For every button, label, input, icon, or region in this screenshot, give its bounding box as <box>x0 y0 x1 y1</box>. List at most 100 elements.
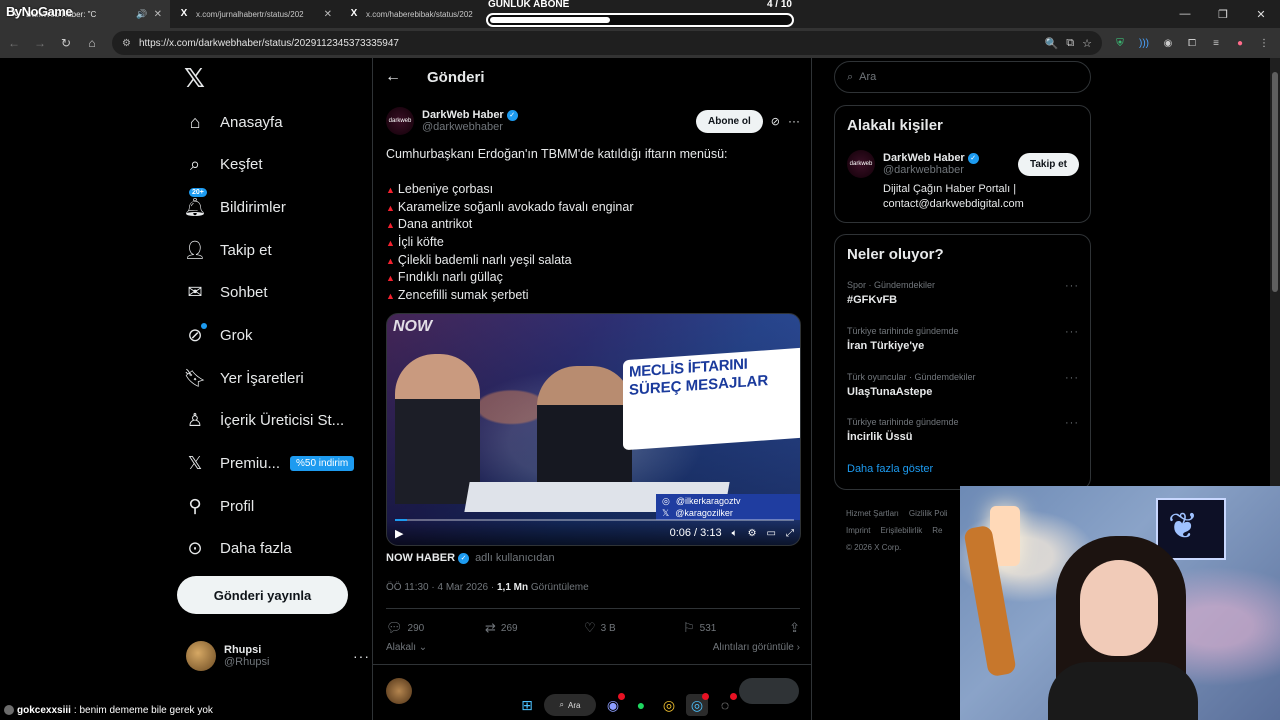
spotify-icon[interactable]: ● <box>630 694 652 716</box>
nav-notifications[interactable]: 🔔︎ 20+ Bildirimler <box>184 187 286 227</box>
trend-item[interactable]: Türkiye tarihinde gündemde İran Türkiye'… <box>847 326 1079 352</box>
close-window-icon[interactable]: ✕ <box>1242 0 1280 28</box>
person-handle[interactable]: @darkwebhaber <box>883 164 979 176</box>
trend-item[interactable]: Türkiye tarihinde gündemde İncirlik Üssü… <box>847 417 1079 443</box>
trend-item[interactable]: Türk oyuncular · Gündemdekiler UlaşTunaA… <box>847 372 1079 398</box>
windows-start-icon[interactable]: ⊞ <box>516 694 538 716</box>
forward-arrow-icon[interactable]: → <box>28 31 52 55</box>
video-player[interactable]: NOW MECLİS İFTARINI SÜREÇ MESAJLAR "BU S… <box>386 313 801 546</box>
trend-item[interactable]: Spor · Gündemdekiler #GFKvFB ··· <box>847 280 1079 306</box>
nav-bookmarks[interactable]: 🔖︎ Yer İşaretleri <box>184 358 304 398</box>
goal-title: GÜNLÜK ABONE <box>488 0 570 10</box>
grok-explain-icon[interactable]: ⊘ <box>771 115 780 128</box>
browser-menu-icon[interactable]: ⋮ <box>1256 35 1272 51</box>
nav-follow[interactable]: 👤︎ Takip et <box>184 230 272 270</box>
author-name: DarkWeb Haber <box>422 109 504 121</box>
show-more-link[interactable]: Daha fazla göster <box>847 463 933 475</box>
settings-gear-icon[interactable]: ⚙ <box>748 528 757 539</box>
more-dots-icon[interactable]: ··· <box>1065 372 1079 384</box>
home-icon[interactable]: ⌂ <box>80 31 104 55</box>
more-dots-icon[interactable]: ··· <box>1065 417 1079 429</box>
post-button[interactable]: Gönderi yayınla <box>177 576 348 614</box>
follow-button[interactable]: Takip et <box>1017 152 1079 176</box>
nav-explore[interactable]: ⌕ Keşfet <box>184 144 263 184</box>
menu-item: ▲ Dana antrikot <box>386 216 800 234</box>
avatar[interactable]: darkweb <box>386 107 414 135</box>
pip-icon[interactable]: ▭ <box>767 528 776 539</box>
more-dots-icon[interactable]: ··· <box>1065 326 1079 338</box>
reply-button[interactable]: 💬︎ 290 <box>386 620 485 636</box>
footer-link[interactable]: Re <box>932 522 942 539</box>
taskbar-search-label: Ara <box>568 700 581 710</box>
copyright: © 2026 X Corp. <box>846 543 902 552</box>
more-dots-icon[interactable]: ··· <box>1065 280 1079 292</box>
person-name-row[interactable]: DarkWeb Haber ✓ <box>883 152 979 164</box>
nav-profile[interactable]: ⚲ Profil <box>184 486 254 526</box>
shield-extension-icon[interactable]: ⛨ <box>1112 35 1128 51</box>
nav-home[interactable]: ⌂ Anasayfa <box>184 102 283 142</box>
video-social-handles: ◎ @ilkerkaragoztv 𝕏 @karagozilker <box>656 494 800 520</box>
repost-button[interactable]: ⇄ 269 <box>485 620 584 636</box>
install-app-icon[interactable]: ⧉ <box>1066 37 1074 50</box>
browser-tab[interactable]: X x.com/jurnalhabertr/status/202 ✕ <box>170 0 340 28</box>
x-logo-icon[interactable]: 𝕏 <box>184 66 210 92</box>
more-dots-icon[interactable]: ··· <box>353 648 370 664</box>
obs-icon[interactable]: ◌ <box>714 693 737 716</box>
close-tab-icon[interactable]: ✕ <box>324 9 332 20</box>
view-quotes-link[interactable]: Alıntıları görüntüle › <box>713 642 800 653</box>
chrome-icon[interactable]: ◎ <box>658 694 680 716</box>
video-source[interactable]: NOW HABER ✓ adlı kullanıcıdan <box>386 552 555 564</box>
search-placeholder: Ara <box>859 71 877 83</box>
views-label: Görüntüleme <box>528 582 589 593</box>
nav-creator-studio[interactable]: ♙ İçerik Üreticisi St... <box>184 400 344 440</box>
nav-messages[interactable]: ✉ Sohbet <box>184 272 267 312</box>
puzzle-extensions-icon[interactable]: ⧠ <box>1184 35 1200 51</box>
url-field[interactable]: ⚙ https://x.com/darkwebhaber/status/2029… <box>112 31 1102 55</box>
more-dots-icon[interactable]: ··· <box>788 114 800 128</box>
post-timestamp[interactable]: ÖÖ 11:30 · 4 Mar 2026 · <box>386 582 497 593</box>
bookmark-button[interactable]: ⚐ 531 <box>683 620 782 636</box>
card-title: Alakalı kişiler <box>847 117 943 134</box>
zoom-icon[interactable]: 🔍 <box>1045 37 1059 50</box>
back-arrow-icon[interactable]: ← <box>373 68 413 86</box>
reload-icon[interactable]: ↻ <box>54 31 78 55</box>
account-handle: @Rhupsi <box>224 656 270 668</box>
extension-icon[interactable]: ◉ <box>1160 35 1176 51</box>
x-premium-icon: 𝕏 <box>187 452 203 473</box>
back-arrow-icon[interactable]: ← <box>2 31 26 55</box>
related-dropdown[interactable]: Alakalı ⌄ <box>386 642 427 653</box>
account-switcher[interactable]: Rhupsi @Rhupsi ··· <box>186 638 370 674</box>
nav-more[interactable]: ⊙ Daha fazla <box>184 528 292 568</box>
nav-premium[interactable]: 𝕏 Premiu... %50 indirim <box>184 443 355 483</box>
volume-icon[interactable]: 🔈︎ <box>732 528 738 539</box>
close-tab-icon[interactable]: ✕ <box>154 9 162 20</box>
translate-extension-icon[interactable]: ))) <box>1136 35 1152 51</box>
scrollbar-thumb[interactable] <box>1272 72 1278 292</box>
like-button[interactable]: ♡ 3 B <box>584 620 683 636</box>
avatar[interactable]: darkweb <box>847 150 875 178</box>
search-input[interactable]: ⌕ Ara <box>834 61 1091 93</box>
subscribe-button[interactable]: Abone ol <box>696 109 763 133</box>
share-button[interactable]: ⇪ <box>789 620 800 636</box>
chrome-active-icon[interactable]: ◎ <box>686 693 709 716</box>
maximize-icon[interactable]: ❐ <box>1204 0 1242 28</box>
author-name-row[interactable]: DarkWeb Haber ✓ <box>422 109 518 121</box>
media-control-icon[interactable]: ≡ <box>1208 35 1224 51</box>
footer-link[interactable]: Hizmet Şartları <box>846 505 899 522</box>
author-handle[interactable]: @darkwebhaber <box>422 121 518 133</box>
trend-title: #GFKvFB <box>847 294 898 306</box>
fullscreen-icon[interactable]: ⤢ <box>786 528 794 539</box>
nav-grok[interactable]: ⊘ Grok <box>184 315 253 355</box>
nav-label: Daha fazla <box>220 539 292 557</box>
speaker-icon[interactable]: 🔊 <box>136 9 147 20</box>
footer-link[interactable]: Imprint <box>846 522 870 539</box>
site-info-icon[interactable]: ⚙ <box>122 38 131 49</box>
footer-link[interactable]: Erişilebilirlik <box>880 522 922 539</box>
taskbar-search[interactable]: ⌕ Ara <box>544 694 596 716</box>
discord-icon[interactable]: ◉ <box>602 693 625 716</box>
star-bookmark-icon[interactable]: ☆ <box>1082 37 1092 50</box>
footer-link[interactable]: Gizlilik Poli <box>909 505 948 522</box>
user-profile-icon[interactable]: ● <box>1232 35 1248 51</box>
play-icon[interactable]: ▶ <box>395 527 403 540</box>
minimize-icon[interactable]: — <box>1166 0 1204 28</box>
